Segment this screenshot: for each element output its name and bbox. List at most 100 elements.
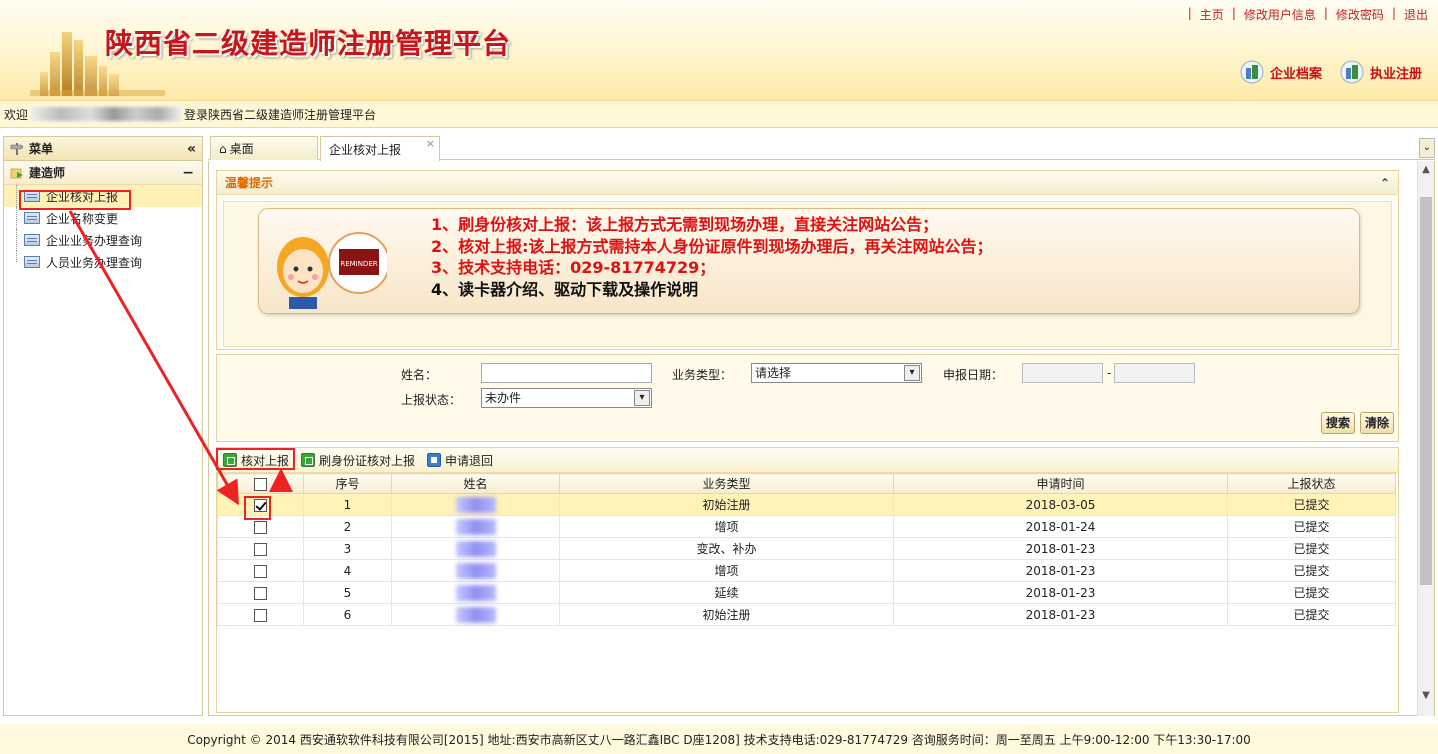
table-row[interactable]: 6 初始注册 2018-01-23 已提交 (217, 603, 1396, 626)
row-checkbox[interactable] (254, 520, 267, 534)
cell-no: 3 (303, 537, 392, 560)
group-header-constructor[interactable]: 建造师 − (4, 161, 202, 185)
blurred-name (455, 606, 496, 623)
name-label: 姓名： (401, 368, 438, 382)
cell-apply-time: 2018-01-23 (893, 581, 1228, 604)
sidebar-item-company-business-query[interactable]: 企业业务办理查询 (4, 229, 202, 251)
column-header-business-type[interactable]: 业务类型 (559, 473, 894, 494)
apply-return-label: 申请退回 (445, 453, 494, 468)
row-select-cell[interactable] (217, 493, 304, 516)
scrollbar-thumb[interactable] (1420, 197, 1432, 585)
verify-report-button[interactable]: 核对上报 (223, 452, 289, 469)
row-checkbox[interactable] (254, 564, 267, 578)
company-archive-label: 企业档案 (1269, 66, 1322, 82)
cell-apply-time: 2018-01-23 (893, 603, 1228, 626)
clear-button[interactable]: 清除 (1360, 412, 1395, 434)
reminder-header: 温馨提示 ⌃ (217, 171, 1398, 195)
table-row[interactable]: 1 初始注册 2018-03-05 已提交 (217, 493, 1396, 516)
sidebar-item-label: 企业名称变更 (46, 211, 119, 226)
group-collapse-icon[interactable]: − (182, 165, 194, 181)
notice-box: REMINDER 1、刷身份核对上报：该上报方式无需到现场办理，直接关注网站公告… (258, 208, 1360, 314)
row-checkbox[interactable] (254, 498, 267, 512)
report-icon (223, 453, 237, 467)
header: 陕西省二级建造师注册管理平台 | 主页 | 修改用户信息 | 修改密码 | 退出 企业档… (0, 0, 1438, 100)
select-all-checkbox[interactable] (254, 477, 267, 491)
notice-line-card-reader-link[interactable]: 4、读卡器介绍、驱动下载及操作说明 (431, 279, 993, 301)
sidebar-item-personnel-business-query[interactable]: 人员业务办理查询 (4, 251, 202, 273)
column-header-apply-time[interactable]: 申请时间 (893, 473, 1228, 494)
building-icon (1240, 60, 1264, 84)
sidebar-item-company-verify-report[interactable]: 企业核对上报 (4, 185, 202, 207)
change-password-link[interactable]: 修改密码 (1336, 6, 1384, 23)
notice-line-swipe-id: 1、刷身份核对上报：该上报方式无需到现场办理，直接关注网站公告； (431, 215, 939, 234)
scroll-down-icon[interactable]: ▼ (1418, 687, 1434, 704)
column-header-report-status[interactable]: 上报状态 (1227, 473, 1396, 494)
reminder-girl-illustration: REMINDER (277, 232, 387, 309)
close-tab-icon[interactable]: × (426, 137, 435, 150)
logout-link[interactable]: 退出 (1404, 6, 1428, 23)
business-type-label: 业务类型： (672, 368, 733, 382)
records-grid: 核对上报 刷身份证核对上报 申请退回 序号 姓名 业务类型 申请时间 上报状态 … (216, 447, 1399, 713)
records-table: 序号 姓名 业务类型 申请时间 上报状态 1 初始注册 2018-03-05 已提交 2… (217, 473, 1396, 626)
tab-menu-chevron-icon[interactable]: ⌄ (1419, 138, 1435, 158)
cell-business-type: 增项 (559, 515, 894, 538)
site-title: 陕西省二级建造师注册管理平台 (105, 27, 512, 60)
sidebar-item-label: 企业核对上报 (46, 189, 119, 204)
edit-user-info-link[interactable]: 修改用户信息 (1244, 6, 1316, 23)
row-select-cell[interactable] (217, 603, 304, 626)
search-panel: 姓名： 业务类型： 请选择 ▾ 申报日期： - 上报状态： 未办件 ▾ 搜索 清… (216, 354, 1399, 442)
report-status-select[interactable]: 未办件 ▾ (481, 388, 652, 408)
date-to-input[interactable] (1114, 363, 1195, 383)
scroll-up-icon[interactable]: ▲ (1418, 161, 1434, 178)
cell-report-status: 已提交 (1227, 603, 1396, 626)
search-button[interactable]: 搜索 (1321, 412, 1356, 434)
name-input[interactable] (481, 363, 652, 383)
select-all-cell[interactable] (217, 473, 304, 494)
id-card-verify-report-button[interactable]: 刷身份证核对上报 (301, 452, 415, 469)
id-card-verify-report-label: 刷身份证核对上报 (319, 453, 416, 468)
cell-report-status: 已提交 (1227, 515, 1396, 538)
collapse-reminder-icon[interactable]: ⌃ (1380, 176, 1390, 190)
cell-business-type: 延续 (559, 581, 894, 604)
apply-return-button[interactable]: 申请退回 (427, 452, 493, 469)
tab-company-verify-report[interactable]: 企业核对上报 × (320, 136, 440, 161)
reminder-title: 温馨提示 (225, 176, 274, 190)
company-archive-button[interactable]: 企业档案 (1240, 60, 1322, 84)
report-status-label: 上报状态： (401, 393, 462, 407)
reminder-panel: 温馨提示 ⌃ REMINDER 1、刷身份核对上报：该上报方式无需到现场办理，直… (216, 170, 1399, 350)
vertical-scrollbar[interactable]: ▲ ▼ (1417, 161, 1434, 716)
date-from-input[interactable] (1022, 363, 1103, 383)
column-header-name[interactable]: 姓名 (391, 473, 560, 494)
main-panel: 温馨提示 ⌃ REMINDER 1、刷身份核对上报：该上报方式无需到现场办理，直… (208, 161, 1435, 716)
blurred-name (455, 518, 496, 535)
cell-report-status: 已提交 (1227, 537, 1396, 560)
grid-toolbar: 核对上报 刷身份证核对上报 申请退回 (217, 448, 1398, 473)
cell-business-type: 初始注册 (559, 603, 894, 626)
sidebar-item-label: 人员业务办理查询 (46, 255, 143, 270)
practice-registration-button[interactable]: 执业注册 (1340, 60, 1422, 84)
row-select-cell[interactable] (217, 515, 304, 538)
row-checkbox[interactable] (254, 586, 267, 600)
table-row[interactable]: 4 增项 2018-01-23 已提交 (217, 559, 1396, 582)
table-row[interactable]: 3 变改、补办 2018-01-23 已提交 (217, 537, 1396, 560)
cell-apply-time: 2018-01-24 (893, 515, 1228, 538)
row-select-cell[interactable] (217, 581, 304, 604)
row-checkbox[interactable] (254, 542, 267, 556)
cell-apply-time: 2018-03-05 (893, 493, 1228, 516)
column-header-no[interactable]: 序号 (303, 473, 392, 494)
business-type-select[interactable]: 请选择 ▾ (751, 363, 922, 383)
blurred-name (455, 496, 496, 513)
home-link[interactable]: 主页 (1200, 6, 1224, 23)
tab-desktop[interactable]: ⌂ 桌面 (210, 136, 318, 160)
collapse-sidebar-icon[interactable]: « (187, 141, 196, 157)
table-row[interactable]: 5 延续 2018-01-23 已提交 (217, 581, 1396, 604)
row-select-cell[interactable] (217, 559, 304, 582)
report-date-label: 申报日期： (943, 368, 1004, 382)
welcome-bar: 欢迎 登录陕西省二级建造师注册管理平台 (0, 100, 1438, 128)
sidebar-item-company-name-change[interactable]: 企业名称变更 (4, 207, 202, 229)
cell-no: 5 (303, 581, 392, 604)
welcome-prefix: 欢迎 (4, 107, 29, 122)
row-select-cell[interactable] (217, 537, 304, 560)
row-checkbox[interactable] (254, 608, 267, 622)
table-row[interactable]: 2 增项 2018-01-24 已提交 (217, 515, 1396, 538)
